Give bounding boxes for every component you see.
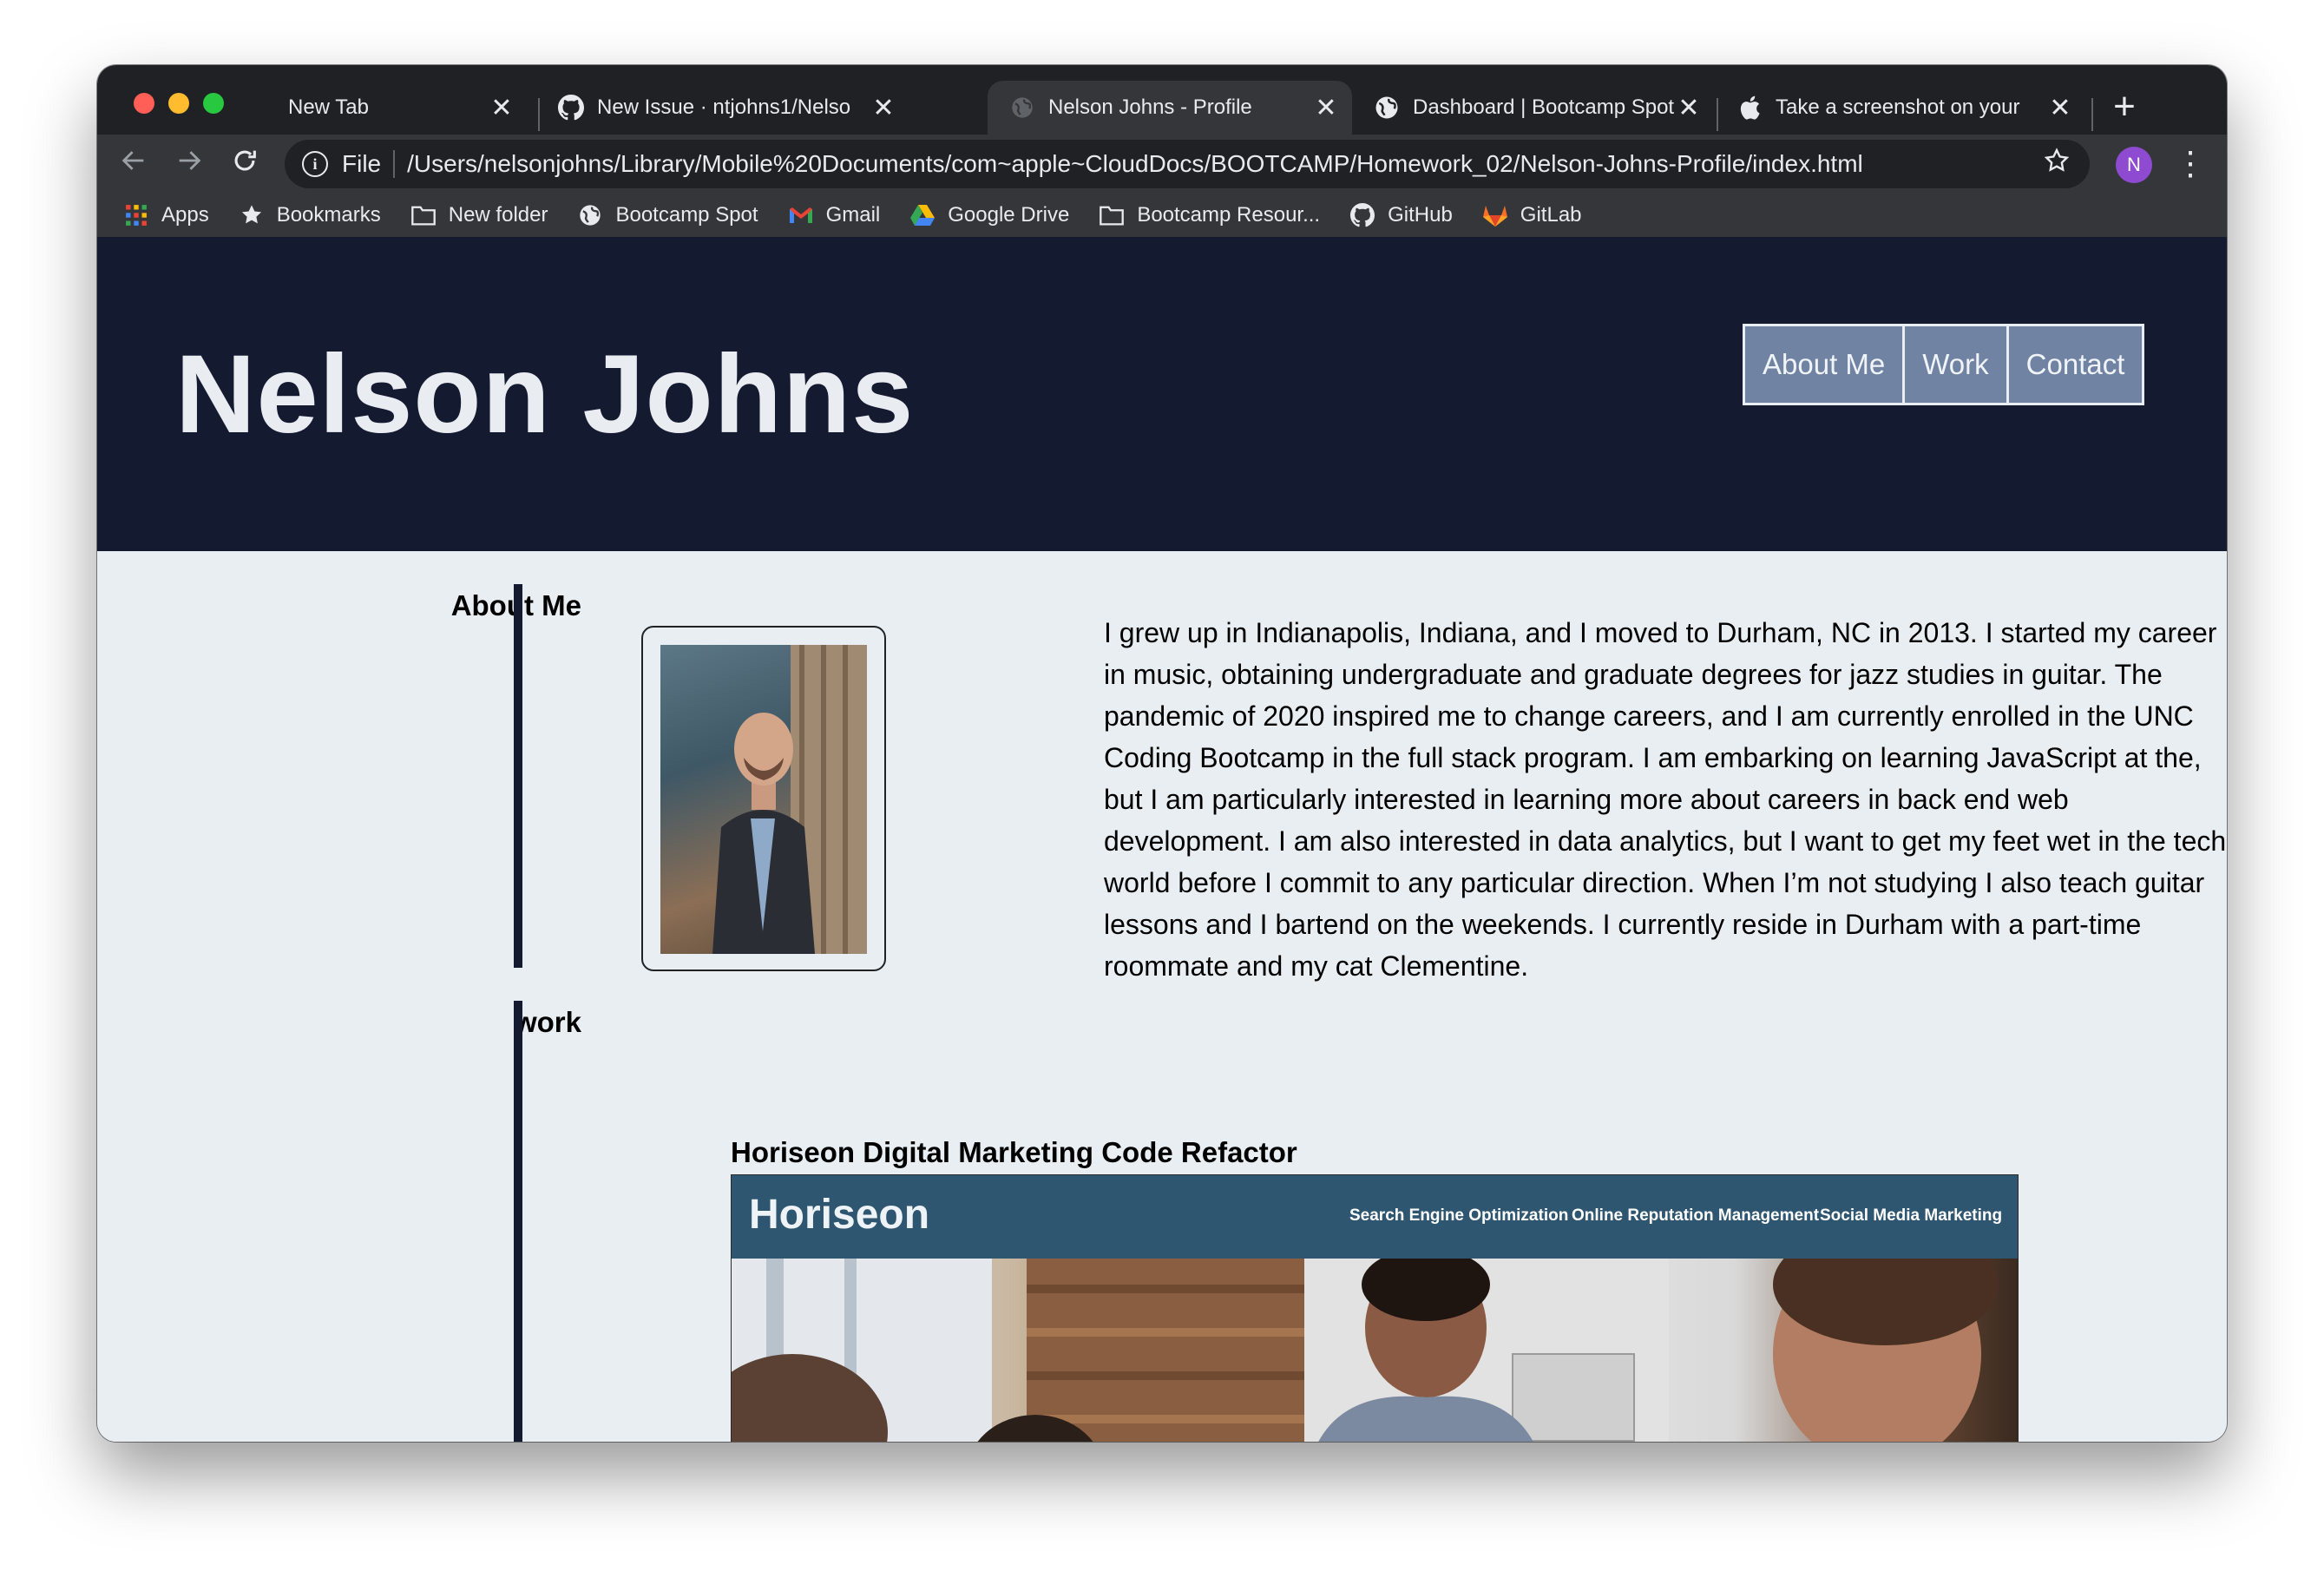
browser-window: New Tab ✕ New Issue · ntjohns1/Nelso ✕ N…	[97, 65, 2227, 1442]
tab-close-button[interactable]: ✕	[870, 93, 897, 123]
tab-apple-screenshot[interactable]: Take a screenshot on your ✕	[1723, 81, 2086, 135]
browser-toolbar: i File /Users/nelsonjohns/Library/Mobile…	[97, 135, 2227, 194]
profile-photo-frame	[641, 626, 886, 971]
bookmark-gmail[interactable]: Gmail	[788, 202, 881, 228]
star-icon	[239, 202, 265, 228]
project-screenshot[interactable]: Horiseon Search Engine Optimization Onli…	[731, 1174, 2019, 1442]
bookmark-gitlab[interactable]: GitLab	[1482, 202, 1582, 228]
tab-close-button[interactable]: ✕	[488, 93, 515, 123]
github-icon	[557, 94, 585, 122]
arrow-left-icon	[121, 151, 144, 170]
tab-close-button[interactable]: ✕	[1312, 93, 1340, 123]
about-paragraph: I grew up in Indianapolis, Indiana, and …	[1104, 617, 2227, 982]
site-info-icon[interactable]: i	[302, 151, 328, 177]
github-icon	[1349, 202, 1375, 228]
folder-icon	[1099, 202, 1125, 228]
gitlab-icon	[1482, 202, 1508, 228]
bookmark-apps[interactable]: Apps	[123, 202, 209, 228]
globe-icon	[577, 202, 603, 228]
url-scheme-label: File	[342, 150, 382, 177]
tab-github-new-issue[interactable]: New Issue · ntjohns1/Nelso ✕	[545, 81, 909, 135]
horiseon-header: Horiseon Search Engine Optimization Onli…	[732, 1175, 2018, 1259]
apps-grid-icon	[123, 202, 149, 228]
bookmark-new-folder[interactable]: New folder	[410, 202, 548, 228]
about-section-rule	[514, 584, 522, 968]
site-title: Nelson Johns	[175, 332, 915, 457]
bookmark-label: Bookmarks	[276, 203, 381, 227]
bookmark-bootcamp-spot[interactable]: Bootcamp Spot	[577, 202, 758, 228]
bookmark-bookmarks[interactable]: Bookmarks	[239, 202, 381, 228]
tab-separator	[2091, 98, 2093, 131]
project-title: Horiseon Digital Marketing Code Refactor	[731, 1136, 1297, 1168]
apple-icon	[1736, 94, 1763, 122]
tab-new-tab[interactable]: New Tab ✕	[276, 81, 528, 135]
address-bar[interactable]: i File /Users/nelsonjohns/Library/Mobile…	[285, 140, 2090, 188]
horiseon-link-seo: Search Engine Optimization	[1349, 1206, 1569, 1225]
bookmark-label: Google Drive	[948, 203, 1070, 227]
work-heading: work	[514, 1006, 581, 1038]
nav-contact-link[interactable]: Contact	[2006, 326, 2143, 403]
tab-separator	[538, 98, 540, 131]
tab-close-button[interactable]: ✕	[1675, 93, 1703, 123]
browser-menu-button[interactable]: ⋮	[2173, 143, 2208, 185]
folder-icon	[410, 202, 437, 228]
profile-avatar[interactable]: N	[2116, 147, 2152, 183]
horiseon-link-social: Social Media Marketing	[1820, 1206, 2003, 1225]
minimize-window-button[interactable]	[168, 93, 189, 114]
zoom-window-button[interactable]	[203, 93, 224, 114]
tab-title: Dashboard | Bootcamp Spot	[1413, 95, 1675, 119]
reload-icon	[234, 150, 256, 171]
bookmark-bootcamp-resources[interactable]: Bootcamp Resour...	[1099, 202, 1320, 228]
address-divider	[393, 150, 396, 178]
bookmark-label: Bootcamp Resour...	[1137, 203, 1321, 227]
bookmark-label: Bootcamp Spot	[615, 203, 758, 227]
bookmark-star-icon[interactable]	[2043, 147, 2071, 182]
google-drive-icon	[909, 202, 936, 228]
site-header: Nelson Johns About Me Work Contact	[97, 237, 2227, 551]
bookmark-label: Apps	[161, 203, 209, 227]
gmail-icon	[788, 202, 814, 228]
tab-title: New Issue · ntjohns1/Nelso	[597, 95, 851, 119]
work-section-rule	[514, 1001, 522, 1442]
back-button[interactable]	[113, 143, 154, 185]
horiseon-logo: Horiseon	[749, 1192, 930, 1238]
profile-photo	[660, 645, 867, 954]
bookmark-google-drive[interactable]: Google Drive	[909, 202, 1069, 228]
tab-title: New Tab	[288, 95, 369, 119]
site-nav: About Me Work Contact	[1743, 324, 2145, 405]
forward-button[interactable]	[168, 143, 210, 185]
close-window-button[interactable]	[134, 93, 154, 114]
tab-separator	[1717, 98, 1718, 131]
tab-strip: New Tab ✕ New Issue · ntjohns1/Nelso ✕ N…	[97, 65, 2227, 135]
tab-bootcamp-dashboard[interactable]: Dashboard | Bootcamp Spot ✕	[1361, 81, 1715, 135]
nav-work-link[interactable]: Work	[1902, 326, 2006, 403]
reload-button[interactable]	[224, 143, 266, 185]
nav-about-me-link[interactable]: About Me	[1745, 326, 1903, 403]
bookmark-label: Gmail	[825, 203, 881, 227]
arrow-right-icon	[179, 151, 201, 170]
horiseon-hero-image	[732, 1224, 2018, 1442]
horiseon-link-reputation: Online Reputation Management	[1572, 1206, 1820, 1225]
bookmark-github[interactable]: GitHub	[1349, 202, 1453, 228]
bookmark-label: GitHub	[1388, 203, 1453, 227]
url-text[interactable]: /Users/nelsonjohns/Library/Mobile%20Docu…	[407, 150, 2043, 178]
globe-icon	[1373, 94, 1401, 122]
tab-title: Take a screenshot on your	[1776, 95, 2020, 119]
tab-close-button[interactable]: ✕	[2046, 93, 2074, 123]
page-viewport: Nelson Johns About Me Work Contact About…	[97, 237, 2227, 1442]
new-tab-button[interactable]: +	[2102, 84, 2147, 129]
globe-icon	[1008, 94, 1036, 122]
tab-title: Nelson Johns - Profile	[1048, 95, 1252, 119]
bookmark-label: GitLab	[1520, 203, 1582, 227]
tab-nelson-johns-profile[interactable]: Nelson Johns - Profile ✕	[988, 81, 1352, 135]
about-heading: About Me	[450, 589, 581, 621]
bookmark-label: New folder	[448, 203, 548, 227]
bookmarks-bar: Apps Bookmarks New folder Bootcamp Spot …	[97, 194, 2227, 237]
